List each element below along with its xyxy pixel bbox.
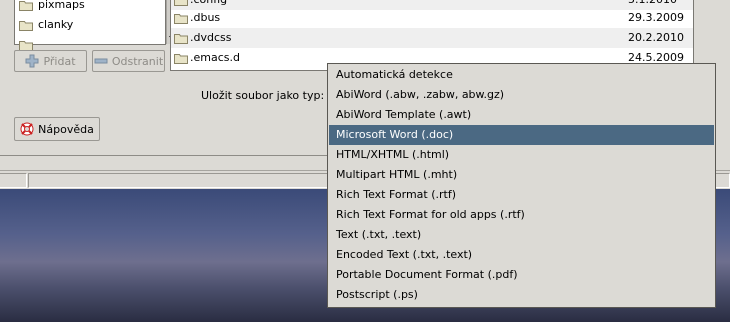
file-name: .emacs.d: [190, 51, 240, 64]
menu-item[interactable]: Text (.txt, .text): [329, 225, 714, 245]
menu-item[interactable]: Multipart HTML (.mht): [329, 165, 714, 185]
minus-icon: [94, 58, 108, 64]
folder-icon: [174, 34, 188, 44]
file-row[interactable]: .dvdcss 20.2.2010: [171, 28, 693, 48]
folder-icon: [174, 54, 188, 64]
menu-item[interactable]: AbiWord (.abw, .zabw, abw.gz): [329, 85, 714, 105]
places-item[interactable]: clanky: [19, 16, 73, 34]
places-item[interactable]: pixmaps: [19, 0, 85, 14]
plus-icon: [25, 54, 39, 68]
file-name: .dvdcss: [190, 31, 232, 44]
help-button[interactable]: Nápověda: [14, 117, 100, 141]
menu-item[interactable]: Automatická detekce: [329, 65, 714, 85]
folder-icon: [19, 1, 33, 11]
folder-icon: [19, 21, 33, 31]
places-item-label: pixmaps: [38, 0, 85, 11]
menu-item[interactable]: HTML/XHTML (.html): [329, 145, 714, 165]
folder-icon: [174, 14, 188, 24]
menu-item[interactable]: AbiWord Template (.awt): [329, 105, 714, 125]
file-row[interactable]: .dbus 29.3.2009: [171, 8, 693, 28]
menu-item[interactable]: Rich Text Format for old apps (.rtf): [329, 205, 714, 225]
file-type-menu[interactable]: Automatická detekce AbiWord (.abw, .zabw…: [327, 63, 716, 308]
file-list[interactable]: .config 5.1.2010 .dbus 29.3.2009 .dvdcss…: [170, 0, 694, 71]
help-button-label: Nápověda: [38, 122, 94, 136]
remove-bookmark-label: Odstranit: [111, 54, 164, 68]
file-date: 29.3.2009: [628, 11, 684, 24]
file-date: 20.2.2010: [628, 31, 684, 44]
add-bookmark-button[interactable]: Přidat: [14, 50, 87, 72]
menu-item[interactable]: Encoded Text (.txt, .text): [329, 245, 714, 265]
save-type-label: Uložit soubor jako typ:: [201, 89, 325, 102]
places-list[interactable]: pixmaps clanky: [14, 0, 179, 51]
remove-bookmark-button[interactable]: Odstranit: [92, 50, 165, 72]
places-item-label: clanky: [38, 18, 74, 31]
add-bookmark-label: Přidat: [43, 54, 76, 68]
menu-item[interactable]: Postscript (.ps): [329, 285, 714, 305]
menu-item[interactable]: Portable Document Format (.pdf): [329, 265, 714, 285]
menu-item-selected[interactable]: Microsoft Word (.doc): [329, 125, 714, 145]
folder-icon: [174, 0, 188, 6]
status-cell: [0, 173, 27, 188]
file-name: .dbus: [190, 11, 221, 24]
lifebuoy-icon: [20, 122, 34, 136]
menu-item[interactable]: Rich Text Format (.rtf): [329, 185, 714, 205]
